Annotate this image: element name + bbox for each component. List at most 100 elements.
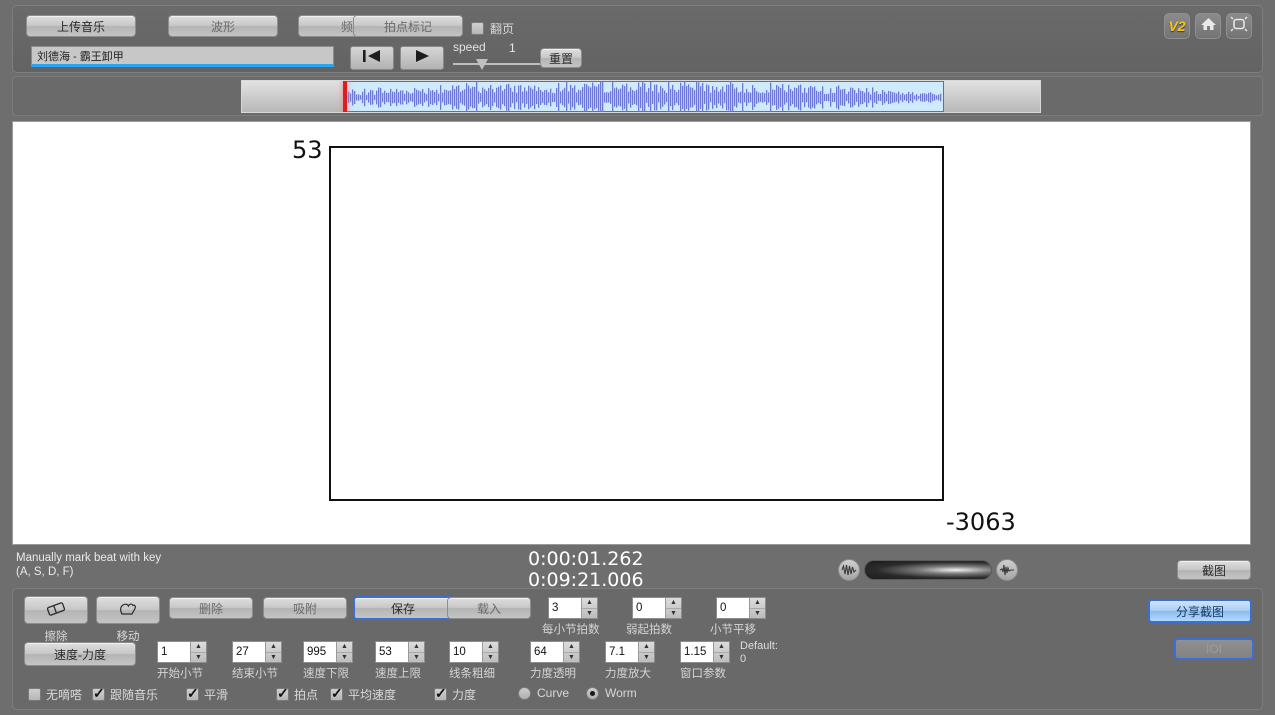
worm-radio[interactable] <box>586 686 599 700</box>
line-thickness-increment-icon[interactable]: ▲ <box>483 642 498 653</box>
measure-shift-input[interactable] <box>717 598 749 618</box>
pickup-beats-stepper[interactable]: ▲ ▼ <box>665 598 681 618</box>
end-measure-increment-icon[interactable]: ▲ <box>266 642 281 653</box>
velocity-scale-increment-icon[interactable]: ▲ <box>639 642 654 653</box>
waveform-zoom-slider-group[interactable] <box>838 558 1018 582</box>
window-param-input[interactable] <box>681 642 713 662</box>
start-measure-stepper[interactable]: ▲ ▼ <box>190 642 206 662</box>
velocity-scale-input[interactable] <box>606 642 638 662</box>
delete-button[interactable]: 删除 <box>169 597 253 619</box>
end-measure-decrement-icon[interactable]: ▼ <box>266 653 281 663</box>
no-tick-checkbox-group[interactable]: 无嘀嗒 <box>28 686 82 703</box>
tempo-min-input[interactable] <box>304 642 336 662</box>
velocity-alpha-decrement-icon[interactable]: ▼ <box>564 653 579 663</box>
curve-radio-group[interactable]: Curve <box>518 686 569 700</box>
line-thickness-decrement-icon[interactable]: ▼ <box>483 653 498 663</box>
version-badge[interactable]: V2 <box>1164 13 1190 39</box>
start-measure-spinner[interactable]: ▲▼ <box>157 641 207 663</box>
home-button[interactable] <box>1195 13 1221 39</box>
line-thickness-input[interactable] <box>450 642 482 662</box>
measure-shift-spinner[interactable]: ▲▼ <box>716 597 766 619</box>
window-param-stepper[interactable]: ▲ ▼ <box>713 642 729 662</box>
erase-tool-button[interactable] <box>24 596 88 624</box>
tempo-min-decrement-icon[interactable]: ▼ <box>337 653 352 663</box>
worm-radio-group[interactable]: Worm <box>586 686 637 700</box>
end-measure-input[interactable] <box>233 642 265 662</box>
tab-upload-music[interactable]: 上传音乐 <box>26 15 136 37</box>
beats-per-measure-spinner[interactable]: ▲▼ <box>548 597 598 619</box>
velocity-alpha-stepper[interactable]: ▲ ▼ <box>563 642 579 662</box>
curve-radio[interactable] <box>518 686 531 700</box>
window-param-increment-icon[interactable]: ▲ <box>714 642 729 653</box>
line-thickness-spinner[interactable]: ▲▼ <box>449 641 499 663</box>
zoom-out-waveform-icon[interactable] <box>838 559 860 581</box>
tempo-max-decrement-icon[interactable]: ▼ <box>409 653 424 663</box>
tempo-max-spinner[interactable]: ▲▼ <box>375 641 425 663</box>
beats-per-measure-stepper[interactable]: ▲ ▼ <box>581 598 597 618</box>
pickup-beats-spinner[interactable]: ▲▼ <box>632 597 682 619</box>
measure-shift-decrement-icon[interactable]: ▼ <box>750 609 765 619</box>
speed-slider-track[interactable] <box>453 63 543 65</box>
velocity-scale-stepper[interactable]: ▲ ▼ <box>638 642 654 662</box>
average-tempo-checkbox[interactable] <box>330 685 343 701</box>
share-snapshot-button[interactable]: 分享截图 <box>1148 599 1252 623</box>
waveform-overview[interactable] <box>241 80 1041 113</box>
velocity-alpha-input[interactable] <box>531 642 563 662</box>
fullscreen-button[interactable] <box>1226 13 1252 39</box>
ioi-button[interactable]: IOI <box>1174 638 1254 660</box>
snap-button[interactable]: 吸附 <box>263 597 347 619</box>
follow-music-checkbox[interactable] <box>92 685 105 701</box>
tempo-min-stepper[interactable]: ▲ ▼ <box>336 642 352 662</box>
track-title-field[interactable]: 刘德海 - 霸王卸甲 <box>31 46 334 67</box>
play-button[interactable] <box>400 46 444 70</box>
playhead-marker[interactable] <box>343 81 347 112</box>
pickup-beats-increment-icon[interactable]: ▲ <box>666 598 681 609</box>
speed-slider-group[interactable]: speed 1 <box>453 40 543 72</box>
smooth-checkbox[interactable] <box>186 685 199 701</box>
end-measure-spinner[interactable]: ▲▼ <box>232 641 282 663</box>
tempo-min-spinner[interactable]: ▲▼ <box>303 641 353 663</box>
tempo-max-input[interactable] <box>376 642 408 662</box>
speed-velocity-button[interactable]: 速度-力度 <box>24 642 136 666</box>
velocity-alpha-increment-icon[interactable]: ▲ <box>564 642 579 653</box>
pickup-beats-decrement-icon[interactable]: ▼ <box>666 609 681 619</box>
page-turn-checkbox-group[interactable]: 翻页 <box>471 20 514 37</box>
tempo-max-increment-icon[interactable]: ▲ <box>409 642 424 653</box>
tab-beat-marker[interactable]: 拍点标记 <box>353 15 463 37</box>
velocity-alpha-spinner[interactable]: ▲▼ <box>530 641 580 663</box>
beat-checkbox[interactable] <box>276 685 289 701</box>
save-button[interactable]: 保存 <box>353 596 453 620</box>
start-measure-increment-icon[interactable]: ▲ <box>191 642 206 653</box>
measure-shift-increment-icon[interactable]: ▲ <box>750 598 765 609</box>
zoom-in-waveform-icon[interactable] <box>996 559 1018 581</box>
rewind-button[interactable] <box>350 46 394 70</box>
end-measure-stepper[interactable]: ▲ ▼ <box>265 642 281 662</box>
velocity-scale-decrement-icon[interactable]: ▼ <box>639 653 654 663</box>
main-plot-canvas[interactable]: www.Vmus.net 53 -3063 <box>12 121 1251 545</box>
tempo-max-stepper[interactable]: ▲ ▼ <box>408 642 424 662</box>
beats-per-measure-decrement-icon[interactable]: ▼ <box>582 609 597 619</box>
no-tick-checkbox[interactable] <box>28 688 41 701</box>
velocity-scale-spinner[interactable]: ▲▼ <box>605 641 655 663</box>
plot-frame[interactable] <box>329 146 944 501</box>
load-button[interactable]: 载入 <box>447 597 531 619</box>
average-tempo-checkbox-group[interactable]: 平均速度 <box>330 685 396 703</box>
smooth-checkbox-group[interactable]: 平滑 <box>186 685 228 703</box>
velocity-checkbox[interactable] <box>434 685 447 701</box>
move-tool-button[interactable] <box>96 596 160 624</box>
tempo-min-increment-icon[interactable]: ▲ <box>337 642 352 653</box>
start-measure-input[interactable] <box>158 642 190 662</box>
line-thickness-stepper[interactable]: ▲ ▼ <box>482 642 498 662</box>
beats-per-measure-increment-icon[interactable]: ▲ <box>582 598 597 609</box>
pickup-beats-input[interactable] <box>633 598 665 618</box>
tab-waveform[interactable]: 波形 <box>168 15 278 37</box>
snapshot-button[interactable]: 截图 <box>1177 560 1251 580</box>
window-param-spinner[interactable]: ▲▼ <box>680 641 730 663</box>
velocity-checkbox-group[interactable]: 力度 <box>434 685 476 703</box>
speed-slider-thumb[interactable] <box>476 59 488 70</box>
follow-music-checkbox-group[interactable]: 跟随音乐 <box>92 685 158 703</box>
measure-shift-stepper[interactable]: ▲ ▼ <box>749 598 765 618</box>
beats-per-measure-input[interactable] <box>549 598 581 618</box>
window-param-decrement-icon[interactable]: ▼ <box>714 653 729 663</box>
waveform-zoom-slider[interactable] <box>864 560 992 580</box>
